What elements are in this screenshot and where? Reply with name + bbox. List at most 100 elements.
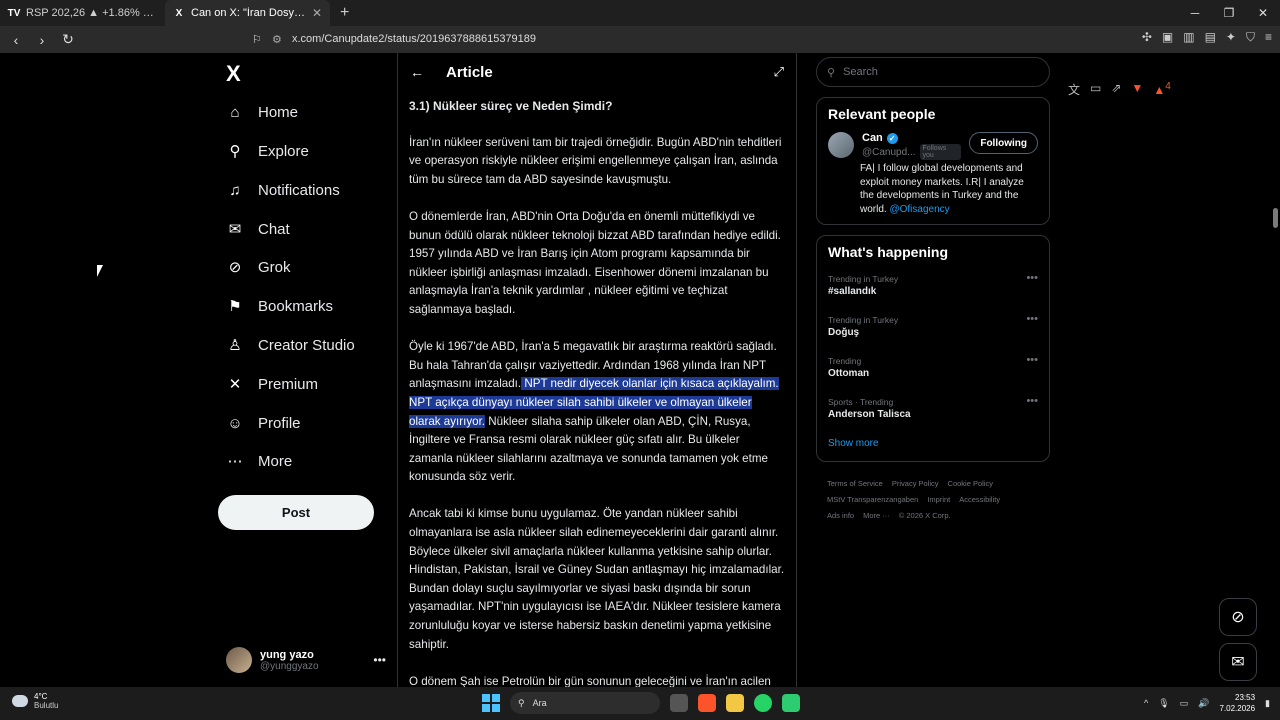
messages-float-button[interactable]: ✉ — [1219, 643, 1257, 681]
nav-grok[interactable]: ⊘ Grok — [226, 252, 291, 282]
avatar[interactable] — [828, 132, 854, 158]
more-dots-icon[interactable]: ••• — [1026, 395, 1038, 407]
scrollbar-thumb[interactable] — [1273, 208, 1278, 228]
person-info: Can ✓ @Canupd... Follows you — [862, 132, 962, 160]
network-icon[interactable]: ▭ — [1180, 698, 1189, 709]
share-icon[interactable]: ⇗ — [1111, 81, 1121, 98]
chevron-up-icon[interactable]: ^ — [1144, 698, 1148, 708]
windows-start-icon[interactable] — [482, 694, 500, 712]
nav-home[interactable]: ⌂ Home — [226, 97, 298, 127]
rewards-icon[interactable]: ▲4 — [1153, 81, 1170, 98]
search-input[interactable]: ⚲ Search — [816, 57, 1050, 87]
footer-link[interactable]: Imprint — [927, 495, 950, 504]
back-arrow-icon[interactable]: ← — [410, 64, 424, 80]
trend-item[interactable]: Sports · Trending Anderson Talisca ••• — [828, 393, 1038, 434]
brave-shield-icon[interactable]: ▼ — [1131, 81, 1143, 98]
page-scrollbar[interactable] — [1270, 53, 1280, 687]
taskbar-search[interactable]: ⚲ Ara — [510, 692, 660, 714]
app-icon[interactable] — [782, 694, 800, 712]
nav-label: Profile — [258, 414, 301, 432]
menu-icon[interactable]: ≡ — [1265, 30, 1272, 45]
back-icon[interactable]: ‹ — [6, 32, 26, 48]
translate-icon[interactable]: 文 — [1068, 81, 1080, 98]
wallet-icon[interactable]: ▤ — [1205, 30, 1216, 45]
close-window-icon[interactable]: ✕ — [1246, 0, 1280, 26]
nav-premium[interactable]: ✕ Premium — [226, 369, 318, 399]
grok-float-button[interactable]: ⊘ — [1219, 598, 1257, 636]
verified-badge-icon: ✓ — [886, 132, 898, 144]
footer-link[interactable]: Cookie Policy — [948, 479, 993, 488]
nav-explore[interactable]: ⚲ Explore — [226, 136, 309, 166]
nav-profile[interactable]: ☺ Profile — [226, 408, 301, 438]
trend-meta: Sports · Trending — [828, 397, 894, 407]
more-dots-icon[interactable]: ••• — [1026, 313, 1038, 325]
trend-meta: Trending — [828, 356, 862, 366]
tab-x-article[interactable]: X Can on X: "İran Dosyası - 1" / X ✕ — [165, 0, 330, 26]
show-more-link[interactable]: Show more — [828, 438, 1038, 449]
trend-name: Anderson Talisca — [828, 409, 911, 420]
follows-you-badge: Follows you — [919, 144, 962, 160]
bookmark-page-icon[interactable]: ⚐ — [252, 33, 272, 46]
grok-icon: ⊘ — [228, 259, 242, 276]
footer-link[interactable]: More ··· — [863, 511, 890, 520]
more-dots-icon[interactable]: ••• — [373, 653, 386, 667]
more-dots-icon[interactable]: ••• — [1026, 354, 1038, 366]
footer-link[interactable]: Accessibility — [959, 495, 1000, 504]
maximize-icon[interactable]: ❐ — [1212, 0, 1246, 26]
search-icon: ⚲ — [827, 66, 836, 79]
person-name[interactable]: Can — [862, 132, 883, 144]
x-logo-icon[interactable]: X — [226, 61, 241, 87]
clock[interactable]: 23:53 7.02.2026 — [1219, 692, 1255, 714]
forward-icon[interactable]: › — [32, 32, 52, 48]
bookmark-icon: ⚑ — [228, 298, 242, 315]
person-row[interactable]: Can ✓ @Canupd... Follows you Following — [828, 132, 1038, 160]
relevant-people-card: Relevant people Can ✓ @Canupd... Follows y… — [816, 97, 1050, 225]
weather-text: 4°C Bulutlu — [34, 692, 58, 710]
address-bar[interactable]: ⚐ ⚙ x.com/Canupdate2/status/201963788861… — [252, 28, 1171, 97]
post-button[interactable]: Post — [218, 495, 374, 530]
minimize-icon[interactable]: ─ — [1178, 0, 1212, 26]
close-tab-icon[interactable]: ✕ — [312, 6, 322, 20]
footer-link[interactable]: MStV Transparenzangaben — [827, 495, 918, 504]
date: 7.02.2026 — [1219, 704, 1256, 713]
leo-ai-icon[interactable]: ✦ — [1226, 30, 1236, 45]
notifications-icon[interactable]: ▮ — [1265, 698, 1270, 709]
nav-more[interactable]: ⋯ More — [226, 446, 293, 476]
footer-link[interactable]: Ads info — [827, 511, 854, 520]
whatsapp-icon[interactable] — [754, 694, 772, 712]
studio-icon: ♙ — [228, 337, 242, 354]
person-bio: FA| I follow global developments and exp… — [860, 162, 1038, 216]
url-text[interactable]: x.com/Canupdate2/status/2019637888615379… — [292, 33, 1002, 45]
task-view-icon[interactable] — [670, 694, 688, 712]
brave-browser-icon[interactable] — [698, 694, 716, 712]
tab-search-icon[interactable]: ▣ — [1162, 30, 1173, 45]
vpn-icon[interactable]: ⛉ — [1246, 30, 1255, 45]
more-dots-icon[interactable]: ••• — [1026, 272, 1038, 284]
footer-link[interactable]: Privacy Policy — [892, 479, 939, 488]
trend-item[interactable]: Trending in Turkey Doğuş ••• — [828, 311, 1038, 352]
nav-creator-studio[interactable]: ♙ Creator Studio — [226, 330, 355, 360]
tab-title: Can on X: "İran Dosyası - 1" / X — [191, 7, 306, 19]
nav-bookmarks[interactable]: ⚑ Bookmarks — [226, 291, 333, 321]
tab-rsp[interactable]: TV RSP 202,26 ▲ +1.86% Unnamed — [0, 0, 165, 26]
account-switcher[interactable]: yung yazo @yunggyazo ••• — [226, 643, 386, 677]
new-tab-button[interactable]: + — [330, 4, 359, 22]
trend-item[interactable]: Trending in Turkey #sallandık ••• — [828, 270, 1038, 311]
site-info-icon[interactable]: ⚙ — [272, 33, 292, 46]
nav-label: Creator Studio — [258, 336, 355, 354]
sidebar-icon[interactable]: ▥ — [1183, 30, 1194, 45]
nav-chat[interactable]: ✉ Chat — [226, 214, 290, 244]
reload-icon[interactable]: ↻ — [58, 31, 78, 48]
trend-item[interactable]: Trending Ottoman ••• — [828, 352, 1038, 393]
volume-icon[interactable]: 🔊 — [1198, 698, 1209, 709]
cast-icon[interactable]: ▭ — [1090, 81, 1101, 98]
bio-link[interactable]: @Ofisagency — [889, 204, 949, 215]
expand-icon[interactable]: ⤢ — [774, 64, 784, 80]
following-button[interactable]: Following — [969, 132, 1038, 154]
footer-link[interactable]: Terms of Service — [827, 479, 883, 488]
extensions-icon[interactable]: ✣ — [1142, 30, 1152, 45]
file-explorer-icon[interactable] — [726, 694, 744, 712]
weather-widget[interactable]: 4°C Bulutlu — [12, 692, 58, 710]
microphone-icon[interactable]: 🎙 — [1158, 698, 1169, 709]
nav-notifications[interactable]: ♫ Notifications — [226, 175, 339, 205]
